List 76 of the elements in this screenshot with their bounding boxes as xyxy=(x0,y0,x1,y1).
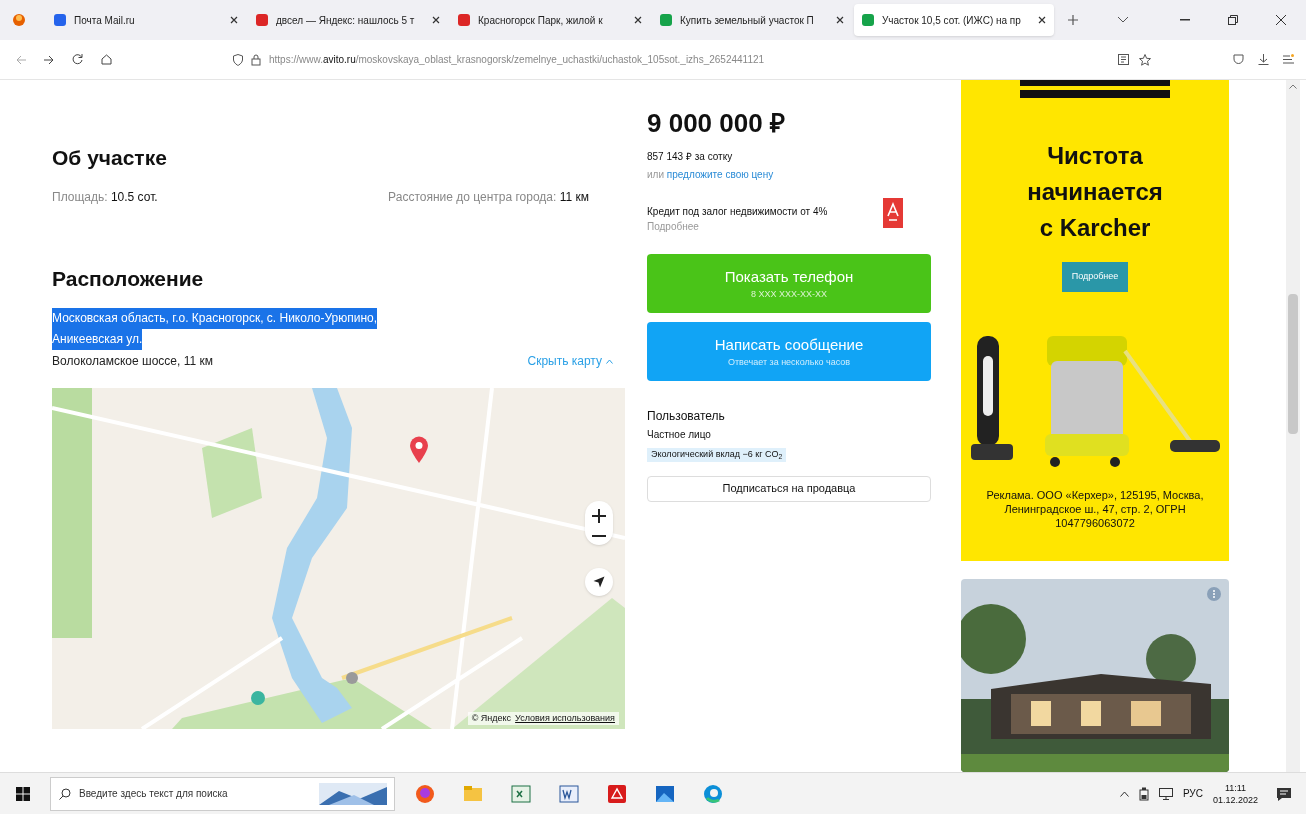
terms-link[interactable]: Условия использования xyxy=(515,711,615,725)
browser-tab[interactable]: двсел — Яндекс: нашлось 5 т xyxy=(248,4,448,36)
browser-tab[interactable]: Купить земельный участок П xyxy=(652,4,852,36)
search-icon xyxy=(59,787,71,800)
restore-icon[interactable] xyxy=(1228,15,1238,25)
ad-banner[interactable]: Чистота начинается с Karcher Подробнее Реклама. ООО «Керхер», 125195, Москва, Ленинградское ш., 47, стр. 2, ОГРН 1047796063072 xyxy=(961,80,1229,561)
browser-tab[interactable]: Красногорск Парк, жилой к xyxy=(450,4,650,36)
section-heading: Расположение xyxy=(52,265,205,292)
document-icon[interactable] xyxy=(559,783,579,804)
address-bar[interactable]: https://www.avito.ru/moskovskaya_oblast_krasnogorsk/zemelnye_uchastki/uchastok_105sot._izhs_2652441121 xyxy=(225,44,1005,75)
pdf-icon[interactable] xyxy=(607,783,627,804)
tab-title: двсел — Яндекс: нашлось 5 т xyxy=(276,13,416,28)
section-heading: Об участке xyxy=(52,145,168,171)
offer-text: или предложите свою цену xyxy=(647,168,775,182)
offer-price-link[interactable]: предложите свою цену xyxy=(666,169,774,180)
notifications-icon[interactable] xyxy=(1276,785,1292,802)
distance-text: Волоколамское шоссе, 11 км xyxy=(52,353,213,370)
photos-icon[interactable] xyxy=(655,783,675,804)
ad-headline: Чистота начинается с Karcher xyxy=(1027,141,1163,243)
new-tab-icon[interactable] xyxy=(1068,15,1078,25)
eco-badge: Экологический вклад −6 кг CO$_{2}$ xyxy=(647,448,787,462)
address-text: Аникеевская ул. xyxy=(52,329,143,350)
price-per-unit-text: 857 143 ₽ за сотку xyxy=(647,150,734,164)
tab-title: Красногорск Парк, жилой к xyxy=(478,13,604,28)
close-icon[interactable] xyxy=(1038,16,1046,24)
promo-text: Кредит под залог недвижимости от 4% xyxy=(647,205,828,219)
copyright-text: © Яндекс xyxy=(471,711,512,725)
forward-icon[interactable] xyxy=(44,54,54,65)
address-text: Московская область, г.о. Красногорск, с. Николо-Урюпино, xyxy=(52,308,378,329)
pocket-icon[interactable] xyxy=(1233,54,1244,65)
close-icon[interactable] xyxy=(432,16,440,24)
language-indicator[interactable]: РУС xyxy=(1182,786,1203,801)
scrollbar-thumb[interactable] xyxy=(1288,294,1298,434)
close-icon[interactable] xyxy=(230,16,238,24)
ad-disclaimer: Реклама. ООО «Керхер», 125195, Москва, Ленинградское ш., 47, стр. 2, ОГРН 1047796063072 xyxy=(985,487,1205,530)
tab-title: Участок 10,5 сот. (ИЖС) на пр xyxy=(882,13,1022,28)
lock-icon[interactable] xyxy=(251,53,261,66)
field-text: Расстояние до центра города: 11 км xyxy=(388,188,589,206)
url-text: https://www.avito.ru/moskovskaya_oblast_krasnogorsk/zemelnye_uchastki/uchastok_105sot._izhs_2652441121 xyxy=(269,53,765,67)
field-text: Площадь: 10.5 сот. xyxy=(52,188,158,206)
reload-icon[interactable] xyxy=(72,54,83,65)
tab-title: Купить земельный участок П xyxy=(680,13,815,28)
spreadsheet-icon[interactable] xyxy=(511,783,531,804)
browser-icon[interactable] xyxy=(415,783,435,804)
network-icon[interactable] xyxy=(1158,787,1173,800)
close-icon[interactable] xyxy=(836,16,844,24)
home-icon[interactable] xyxy=(101,54,112,65)
bank-logo-icon[interactable] xyxy=(883,198,903,228)
subscribe-button[interactable]: Подписаться на продавца xyxy=(647,475,931,502)
bookmark-star-icon[interactable] xyxy=(1139,53,1151,66)
battery-icon[interactable] xyxy=(1138,786,1149,801)
minimize-icon[interactable] xyxy=(1180,19,1190,21)
zoom-in-icon[interactable] xyxy=(592,509,606,523)
clock[interactable]: 11:11 01.12.2022 xyxy=(1212,781,1258,806)
windows-start-icon[interactable] xyxy=(16,786,30,801)
browser-tab[interactable]: Почта Mail.ru xyxy=(46,4,246,36)
seller-type-text: Частное лицо xyxy=(647,428,712,442)
close-icon[interactable] xyxy=(634,16,642,24)
tab-title: Почта Mail.ru xyxy=(74,13,136,28)
menu-icon[interactable] xyxy=(1283,54,1294,65)
browser-tab[interactable]: Участок 10,5 сот. (ИЖС) на пр xyxy=(854,4,1054,36)
chevron-up-icon xyxy=(606,358,613,364)
map-pin-icon xyxy=(409,436,429,464)
chevron-down-icon[interactable] xyxy=(1118,17,1128,23)
navigation-arrow-icon xyxy=(593,576,605,588)
shield-icon[interactable] xyxy=(233,53,243,66)
chevron-up-icon[interactable] xyxy=(1119,790,1129,797)
scroll-up-icon[interactable] xyxy=(1289,84,1297,89)
reader-view-icon[interactable] xyxy=(1118,54,1129,65)
close-icon[interactable] xyxy=(1276,15,1286,25)
price-text: 9 000 000 ₽ xyxy=(647,107,786,140)
download-icon[interactable] xyxy=(1258,54,1269,65)
seller-role-text: Пользователь xyxy=(647,408,726,425)
edge-browser-icon[interactable] xyxy=(703,783,723,804)
browser-logo-icon[interactable] xyxy=(12,13,26,27)
brand-logo-icon xyxy=(1020,80,1170,98)
